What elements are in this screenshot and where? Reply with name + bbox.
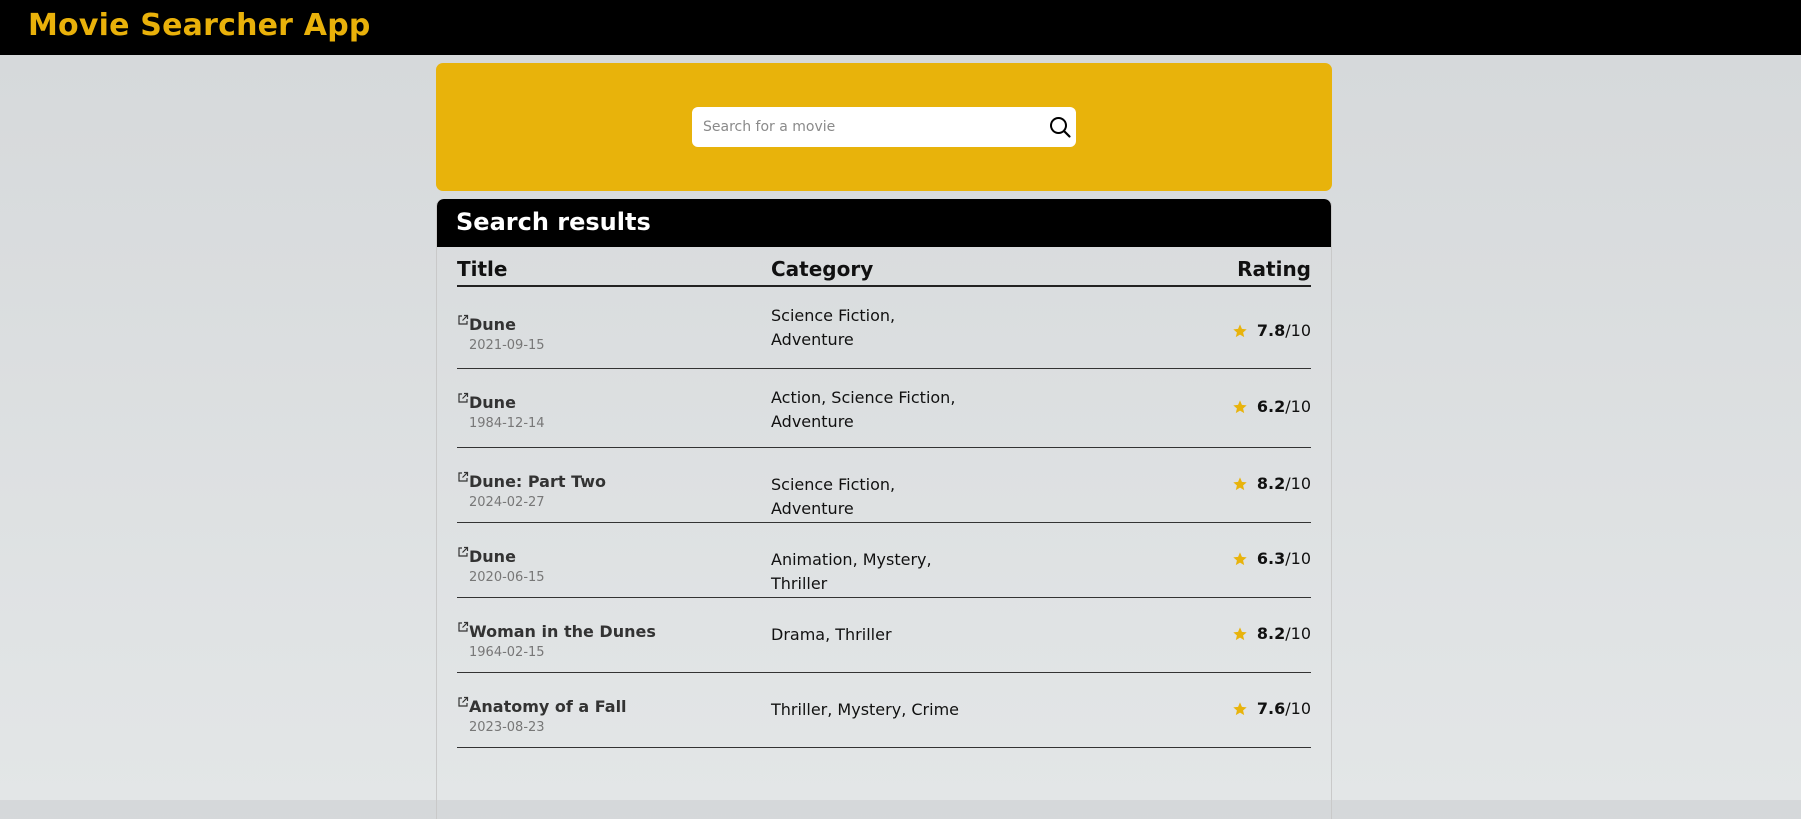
movie-title-link[interactable]: Anatomy of a Fall	[469, 697, 627, 716]
rating-suffix: /10	[1285, 699, 1311, 718]
rating-value: 8.2	[1256, 624, 1286, 643]
rating-value: 6.3	[1256, 549, 1286, 568]
category-cell: Action, Science Fiction, Adventure	[771, 388, 956, 431]
rating-suffix: /10	[1285, 624, 1311, 643]
search-panel	[436, 63, 1332, 191]
rating-value: 8.2	[1256, 474, 1286, 493]
column-header-rating: Rating	[1237, 257, 1311, 281]
search-input[interactable]	[692, 107, 1022, 147]
movie-title-link[interactable]: Dune	[469, 393, 516, 412]
main-content: Search results Title Category Rating Dun…	[436, 63, 1332, 819]
rating-suffix: /10	[1285, 321, 1311, 340]
category-cell: Science Fiction, Adventure	[771, 306, 896, 349]
rating-value: 6.2	[1256, 397, 1286, 416]
rating-value: 7.6	[1256, 699, 1286, 718]
column-header-title: Title	[457, 257, 508, 281]
external-link-icon[interactable]	[457, 389, 469, 403]
release-date: 2021-09-15	[469, 338, 545, 353]
movie-title-link[interactable]: Dune	[469, 547, 516, 566]
rating-suffix: /10	[1285, 474, 1311, 493]
table-row: Dune 1984-12-14 Action, Science Fiction, A…	[457, 369, 1311, 448]
star-icon	[1232, 399, 1248, 415]
category-cell: Thriller, Mystery, Crime	[771, 700, 959, 719]
star-icon	[1232, 551, 1248, 567]
external-link-icon[interactable]	[457, 543, 469, 557]
app-title: Movie Searcher App	[28, 8, 371, 43]
search-box	[692, 107, 1076, 147]
table-row: Dune 2021-09-15 Science Fiction, Adventure…	[457, 287, 1311, 369]
rating-cell: 8.2/10	[1232, 474, 1311, 493]
star-icon	[1232, 701, 1248, 717]
rating-suffix: /10	[1285, 397, 1311, 416]
rating-cell: 7.8/10	[1232, 321, 1311, 340]
external-link-icon[interactable]	[457, 618, 469, 632]
category-cell: Animation, Mystery, Thriller	[771, 550, 932, 593]
table-row: Woman in the Dunes 1964-02-15 Drama, Thril…	[457, 598, 1311, 673]
release-date: 2024-02-27	[469, 495, 545, 510]
rating-cell: 8.2/10	[1232, 624, 1311, 643]
release-date: 1984-12-14	[469, 416, 545, 431]
results-header: Search results	[437, 199, 1331, 247]
results-table: Title Category Rating Dune 2021-09-15 Scie…	[457, 247, 1311, 748]
table-row: Dune 2020-06-15 Animation, Mystery, Thrill…	[457, 523, 1311, 598]
external-link-icon[interactable]	[457, 693, 469, 707]
release-date: 2023-08-23	[469, 720, 545, 735]
table-body: Dune 2021-09-15 Science Fiction, Adventure…	[457, 287, 1311, 748]
results-panel: Search results Title Category Rating Dun…	[436, 199, 1332, 819]
search-icon[interactable]	[1048, 115, 1072, 139]
top-bar: Movie Searcher App	[0, 0, 1801, 55]
star-icon	[1232, 323, 1248, 339]
rating-cell: 7.6/10	[1232, 699, 1311, 718]
external-link-icon[interactable]	[457, 468, 469, 482]
star-icon	[1232, 476, 1248, 492]
release-date: 2020-06-15	[469, 570, 545, 585]
table-row: Anatomy of a Fall 2023-08-23 Thriller, Mys…	[457, 673, 1311, 748]
movie-title-link[interactable]: Woman in the Dunes	[469, 622, 656, 641]
table-header: Title Category Rating	[457, 247, 1311, 287]
column-header-category: Category	[771, 257, 874, 281]
rating-suffix: /10	[1285, 549, 1311, 568]
category-cell: Drama, Thriller	[771, 625, 892, 644]
category-cell: Science Fiction, Adventure	[771, 475, 896, 518]
movie-title-link[interactable]: Dune: Part Two	[469, 472, 606, 491]
rating-cell: 6.2/10	[1232, 397, 1311, 416]
rating-value: 7.8	[1256, 321, 1286, 340]
table-row: Dune: Part Two 2024-02-27 Science Fiction,…	[457, 448, 1311, 523]
results-heading: Search results	[456, 208, 651, 236]
star-icon	[1232, 626, 1248, 642]
rating-cell: 6.3/10	[1232, 549, 1311, 568]
movie-title-link[interactable]: Dune	[469, 315, 516, 334]
external-link-icon[interactable]	[457, 311, 469, 325]
release-date: 1964-02-15	[469, 645, 545, 660]
